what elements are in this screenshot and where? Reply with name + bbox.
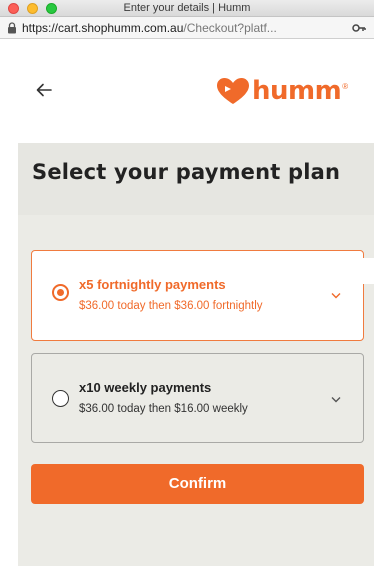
plan-option-weekly[interactable]: x10 weekly payments $36.00 today then $1… [31,353,364,443]
humm-logo: humm ® [216,76,348,106]
page-header: humm ® [18,40,374,143]
registered-mark: ® [342,81,349,91]
key-icon[interactable] [352,23,366,33]
plan-title: x10 weekly payments [79,380,212,395]
page-title: Select your payment plan [32,160,341,184]
address-bar[interactable]: https://cart.shophumm.com.au/Checkout?pl… [0,17,374,39]
plan-option-fortnightly[interactable]: x5 fortnightly payments $36.00 today the… [31,250,364,341]
logo-text: humm [252,76,342,106]
confirm-button[interactable]: Confirm [31,464,364,504]
window-titlebar: Enter your details | Humm [0,0,374,17]
arrow-left-icon[interactable] [36,83,52,97]
humm-heart-logo-icon [217,78,249,104]
url-host: https://cart.shophumm.com.au [22,21,184,35]
lock-icon [8,22,16,34]
plan-subtitle: $36.00 today then $36.00 fortnightly [79,300,263,312]
radio-selected[interactable] [52,284,69,301]
chevron-down-icon[interactable] [331,292,341,299]
page-edge-notch [358,258,374,284]
url-path: /Checkout?platf... [183,21,277,35]
chevron-down-icon[interactable] [331,396,341,403]
checkout-page: humm ® Select your payment plan x5 fortn… [18,40,374,566]
radio-unselected[interactable] [52,390,69,407]
plan-title: x5 fortnightly payments [79,277,226,292]
plan-subtitle: $36.00 today then $16.00 weekly [79,403,248,415]
window-title: Enter your details | Humm [123,2,251,14]
url-text[interactable]: https://cart.shophumm.com.au/Checkout?pl… [22,17,277,38]
